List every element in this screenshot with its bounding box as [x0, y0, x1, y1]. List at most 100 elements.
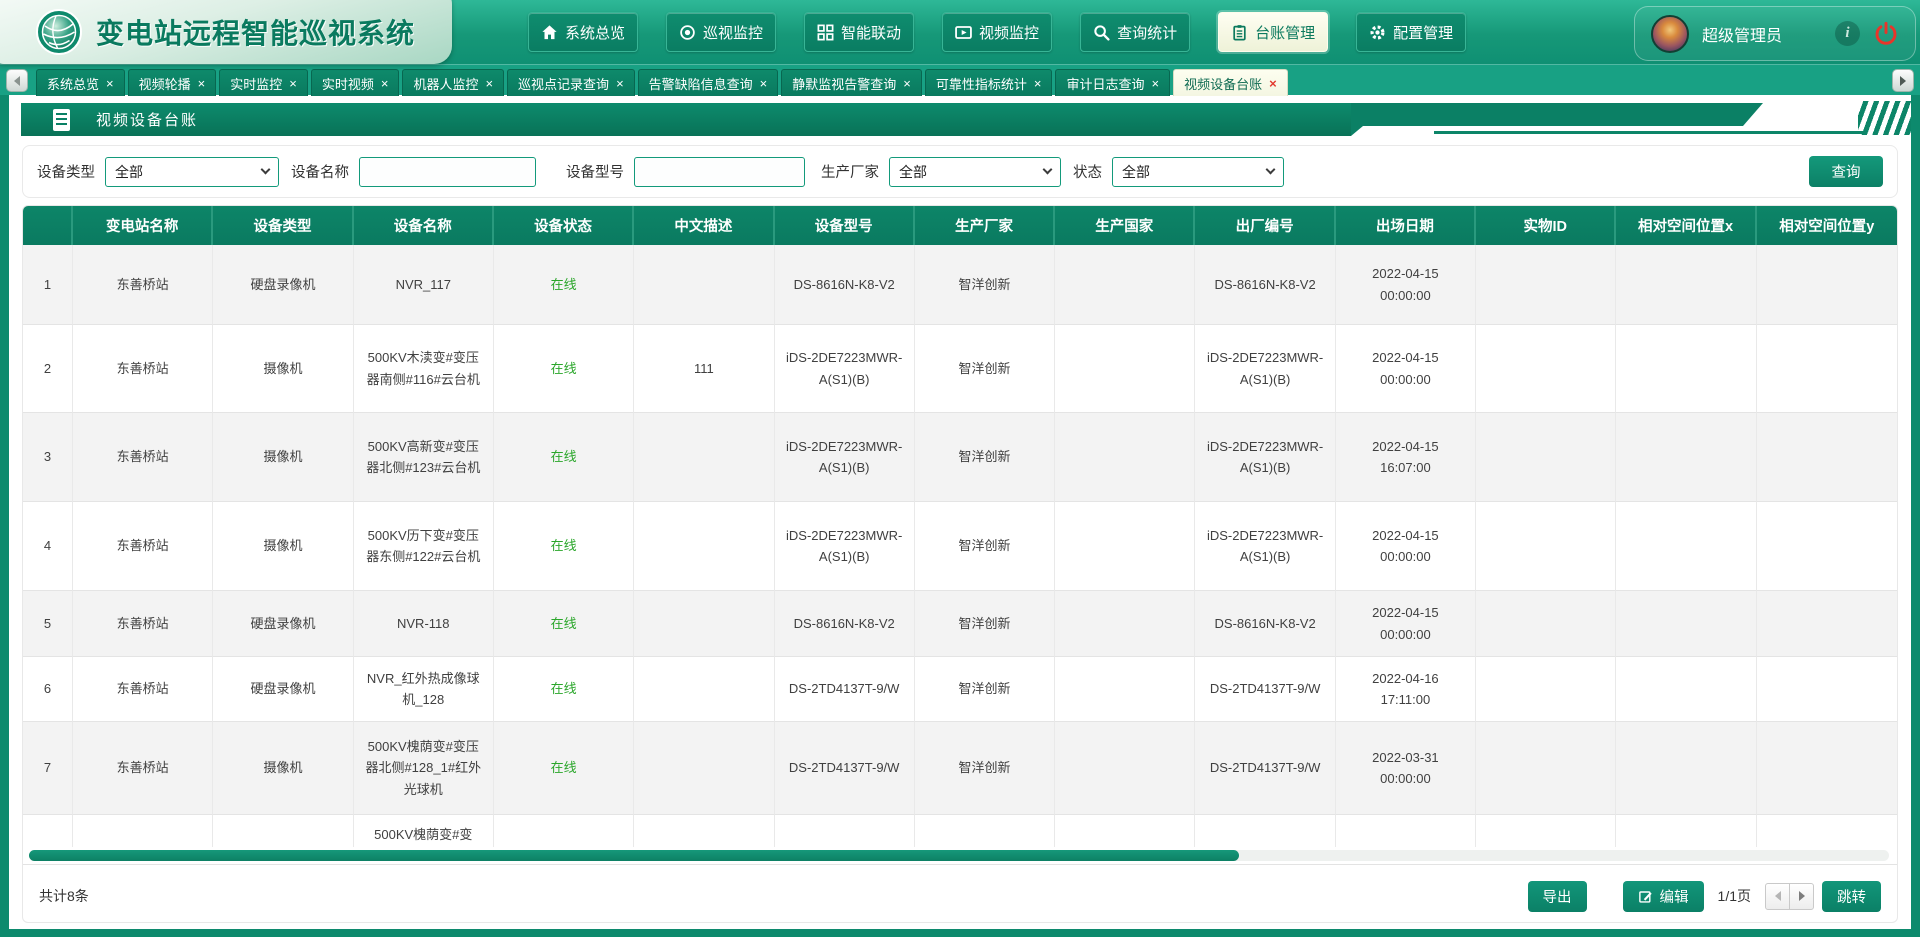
table-cell: DS-8616N-K8-V2	[1195, 591, 1335, 657]
nav-config-management[interactable]: 配置管理	[1356, 12, 1466, 52]
close-tab-icon[interactable]: ×	[485, 77, 493, 90]
manufacturer-value: 全部	[899, 162, 927, 182]
table-row: 3东善桥站摄像机500KV高新变#变压器北侧#123#云台机在线iDS-2DE7…	[23, 413, 1897, 502]
nav-system-overview-label: 系统总览	[565, 22, 625, 43]
table-cell	[1757, 815, 1897, 847]
chevron-left-icon	[14, 76, 20, 86]
tab-audit-log-query[interactable]: 审计日志查询 ×	[1055, 69, 1170, 96]
table-card: 变电站名称设备类型设备名称设备状态中文描述设备型号生产厂家生产国家出厂编号出场日…	[22, 205, 1898, 923]
tab-video-carousel[interactable]: 视频轮播 ×	[128, 69, 217, 96]
jump-button[interactable]: 跳转	[1822, 881, 1881, 912]
table-cell	[1336, 815, 1476, 847]
tab-audit-log-query-label: 审计日志查询	[1066, 74, 1144, 93]
tab-alarm-defect-query[interactable]: 告警缺陷信息查询 ×	[638, 69, 779, 96]
table-cell	[1616, 245, 1756, 325]
table-cell: 东善桥站	[73, 722, 213, 815]
edit-button[interactable]: 编辑	[1623, 881, 1704, 912]
status-select[interactable]: 全部	[1112, 157, 1284, 187]
scrollbar-thumb[interactable]	[29, 850, 1239, 861]
page-frame: 视频设备台账 设备类型 全部 设备名称 设备型号 生产厂家 全部 状态 全部	[0, 95, 1920, 937]
column-header: 出厂编号	[1195, 206, 1335, 245]
tab-patrol-record-query[interactable]: 巡视点记录查询×	[507, 69, 635, 96]
table-cell	[1476, 245, 1616, 325]
table-cell: 2	[23, 325, 73, 413]
table-row: 2东善桥站摄像机500KV木渎变#变压器南侧#116#云台机在线111iDS-2…	[23, 325, 1897, 413]
tab-silent-alarm-query-label: 静默监视告警查询	[792, 74, 896, 93]
table-cell: 智洋创新	[915, 591, 1055, 657]
tab-scroll-right-button[interactable]	[1892, 69, 1914, 92]
chevron-down-icon	[1043, 165, 1053, 175]
column-header: 实物ID	[1476, 206, 1616, 245]
close-tab-icon[interactable]: ×	[616, 77, 624, 90]
tab-scroll-left-button[interactable]	[6, 69, 28, 92]
table-cell: 500KV高新变#变压器北侧#123#云台机	[354, 413, 494, 502]
table-cell: 在线	[494, 325, 634, 413]
tab-reliability-stats[interactable]: 可靠性指标统计×	[925, 69, 1053, 96]
nav-patrol-monitor[interactable]: 巡视监控	[666, 12, 776, 52]
tab-realtime-monitor[interactable]: 实时监控×	[219, 69, 308, 96]
table-row: 4东善桥站摄像机500KV历下变#变压器东侧#122#云台机在线iDS-2DE7…	[23, 502, 1897, 591]
table-cell: 智洋创新	[915, 657, 1055, 722]
table-cell	[1616, 413, 1756, 502]
horizontal-scrollbar[interactable]	[29, 850, 1889, 861]
table-cell: 在线	[494, 245, 634, 325]
device-model-input[interactable]	[634, 157, 805, 187]
table-cell: DS-2TD4137T-9/W	[1195, 722, 1335, 815]
export-button[interactable]: 导出	[1528, 881, 1587, 912]
close-tab-icon[interactable]: ×	[198, 77, 206, 90]
table-cell	[775, 815, 915, 847]
search-button[interactable]: 查询	[1809, 156, 1883, 187]
close-tab-icon[interactable]: ×	[289, 77, 297, 90]
user-name: 超级管理员	[1702, 22, 1822, 46]
table-cell	[1055, 325, 1195, 413]
device-type-value: 全部	[115, 162, 143, 182]
status-label: 状态	[1073, 161, 1102, 182]
tab-video-device-ledger[interactable]: 视频设备台账 ×	[1173, 69, 1288, 96]
nav-smart-linkage[interactable]: 智能联动	[804, 12, 914, 52]
close-tab-icon[interactable]: ×	[381, 77, 389, 90]
chevron-down-icon	[261, 165, 271, 175]
close-tab-icon[interactable]: ×	[1152, 77, 1160, 90]
table-cell: 东善桥站	[73, 325, 213, 413]
tab-video-device-ledger-label: 视频设备台账	[1184, 74, 1262, 93]
manufacturer-select[interactable]: 全部	[889, 157, 1061, 187]
device-name-input[interactable]	[359, 157, 536, 187]
table-cell	[1476, 722, 1616, 815]
table-cell: 摄像机	[213, 413, 353, 502]
table-cell	[1055, 245, 1195, 325]
nav-system-overview[interactable]: 系统总览	[528, 12, 638, 52]
table-cell	[1616, 657, 1756, 722]
column-header: 设备型号	[775, 206, 915, 245]
close-tab-icon[interactable]: ×	[1269, 77, 1277, 90]
tab-silent-alarm-query[interactable]: 静默监视告警查询 ×	[781, 69, 922, 96]
table-cell: NVR_117	[354, 245, 494, 325]
tab-realtime-video[interactable]: 实时视频×	[311, 69, 400, 96]
tab-alarm-defect-query-label: 告警缺陷信息查询	[649, 74, 753, 93]
logout-power-icon[interactable]	[1873, 21, 1899, 47]
close-tab-icon[interactable]: ×	[760, 77, 768, 90]
info-icon[interactable]	[1835, 21, 1860, 46]
table-cell: iDS-2DE7223MWR-A(S1)(B)	[1195, 502, 1335, 591]
close-tab-icon[interactable]: ×	[903, 77, 911, 90]
prev-page-button[interactable]	[1765, 883, 1790, 910]
table-cell	[634, 657, 774, 722]
nav-video-monitor[interactable]: 视频监控	[942, 12, 1052, 52]
column-header: 生产厂家	[915, 206, 1055, 245]
table-cell: 在线	[494, 591, 634, 657]
nav-query-statistics[interactable]: 查询统计	[1080, 12, 1190, 52]
next-page-button[interactable]	[1789, 883, 1814, 910]
linkage-icon	[817, 24, 834, 41]
close-tab-icon[interactable]: ×	[1034, 77, 1042, 90]
device-type-label: 设备类型	[37, 161, 95, 182]
avatar[interactable]	[1651, 15, 1689, 53]
table-cell	[1476, 502, 1616, 591]
table-cell	[1616, 325, 1756, 413]
close-tab-icon[interactable]: ×	[106, 77, 114, 90]
tab-robot-monitor[interactable]: 机器人监控×	[402, 69, 504, 96]
column-header: 相对空间位置x	[1616, 206, 1756, 245]
nav-ledger-management[interactable]: 台账管理	[1218, 12, 1328, 52]
table-cell: iDS-2DE7223MWR-A(S1)(B)	[775, 502, 915, 591]
tab-video-carousel-label: 视频轮播	[139, 74, 191, 93]
device-type-select[interactable]: 全部	[105, 157, 279, 187]
tab-system-overview[interactable]: 系统总览×	[36, 69, 125, 96]
